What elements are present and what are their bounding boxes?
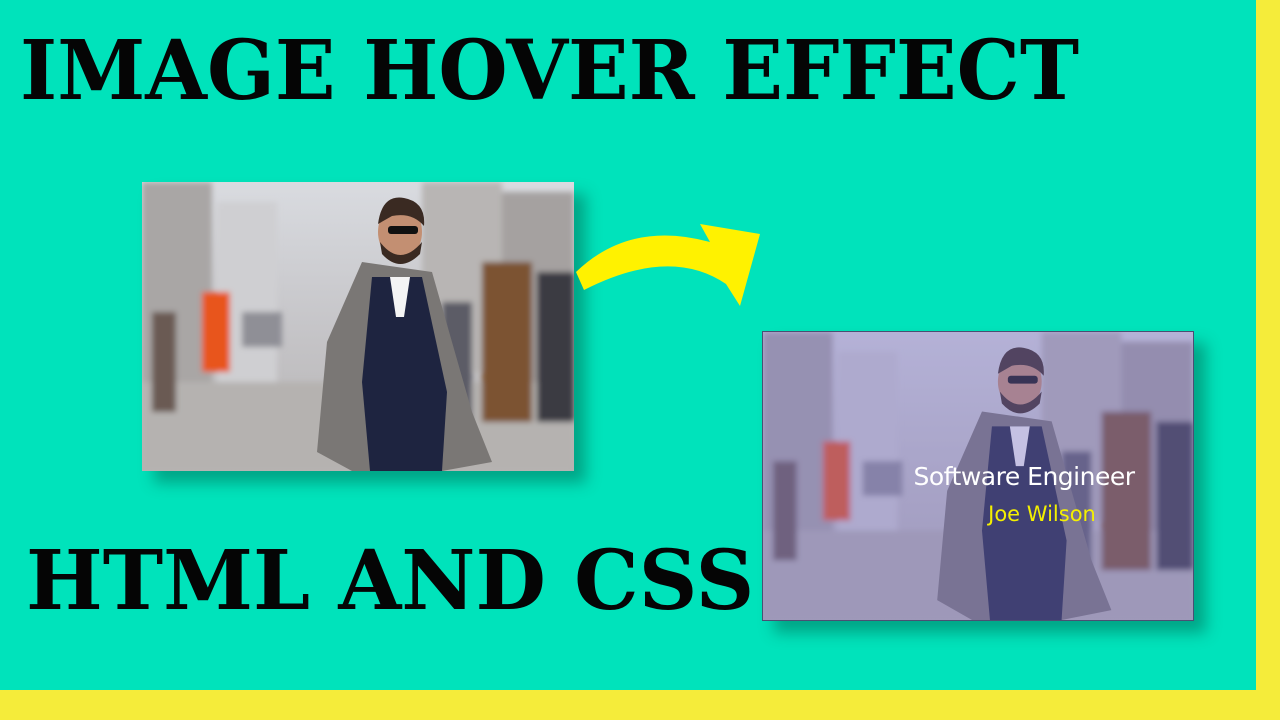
original-photo <box>142 182 574 471</box>
headline-top: IMAGE HOVER EFFECT <box>20 23 1080 119</box>
curved-arrow-icon <box>576 224 760 306</box>
hover-role-text: Software Engineer <box>913 462 1136 491</box>
thumbnail-canvas: IMAGE HOVER EFFECT Software Engineer Joe… <box>0 0 1256 690</box>
hover-photo[interactable]: Software Engineer Joe Wilson <box>762 331 1194 621</box>
street-photo-illustration <box>142 182 574 471</box>
headline-bottom: HTML AND CSS <box>26 533 755 629</box>
hover-name-text: Joe Wilson <box>988 502 1096 526</box>
